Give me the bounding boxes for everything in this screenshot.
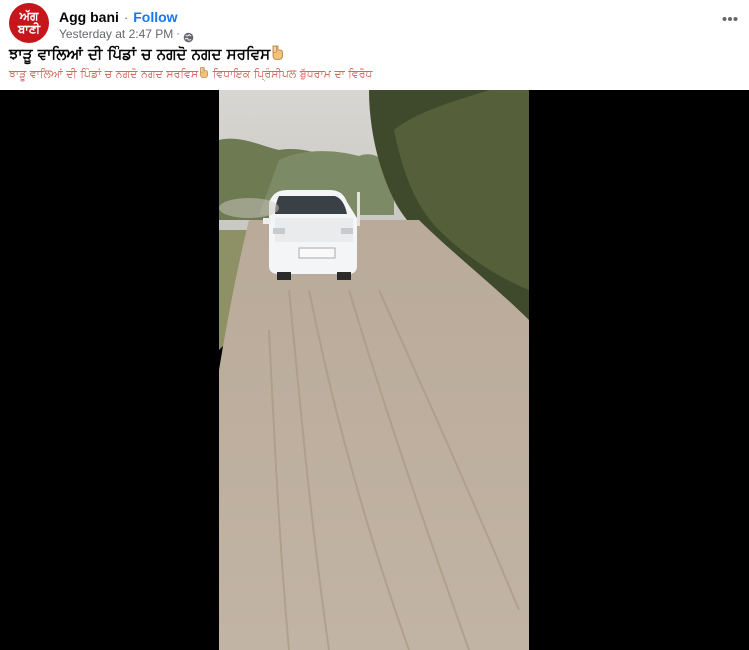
avatar[interactable]: ਅੱਗ ਬਾਣੀ <box>9 3 49 43</box>
pointing-hand-icon <box>270 44 284 66</box>
video-frame[interactable] <box>219 90 529 650</box>
post-title-text: ਝਾੜੂ ਵਾਲਿਆਂ ਦੀ ਪਿੰਡਾਂ ਚ ਨਗਦੋ ਨਗਦ ਸਰਵਿਸ <box>9 45 271 63</box>
post-header: ਅੱਗ ਬਾਣੀ Agg bani · Follow Yesterday at … <box>0 0 749 43</box>
post-description-rest: ਵਿਧਾਇਕ ਪ੍ਰਿੰਸੀਪਲ ਬੁੱਧਰਾਮ ਦਾ ਵਿਰੋਧ <box>209 67 373 81</box>
more-options-icon <box>722 7 738 26</box>
author-row: Agg bani · Follow <box>59 8 178 26</box>
meta-separator-dot: · <box>176 27 180 40</box>
post-title: ਝਾੜੂ ਵਾਲਿਆਂ ਦੀ ਪਿੰਡਾਂ ਚ ਨਗਦੋ ਨਗਦ ਸਰਵਿਸ <box>9 43 284 65</box>
separator-dot: · <box>123 9 129 25</box>
follow-button[interactable]: Follow <box>133 9 177 25</box>
video-player[interactable] <box>0 90 749 650</box>
post-description: ਝਾੜੂ ਵਾਲਿਆਂ ਦੀ ਪਿੰਡਾਂ ਚ ਨਗਦੋ ਨਗਦ ਸਰਵਿਸ ਵ… <box>9 66 372 82</box>
globe-icon[interactable] <box>183 28 194 43</box>
post-description-text: ਝਾੜੂ ਵਾਲਿਆਂ ਦੀ ਪਿੰਡਾਂ ਚ ਨਗਦੋ ਨਗਦ ਸਰਵਿਸ <box>9 67 199 81</box>
post-meta: Yesterday at 2:47 PM · <box>59 26 194 43</box>
post-timestamp[interactable]: Yesterday at 2:47 PM <box>59 27 173 41</box>
avatar-text-line-2: ਬਾਣੀ <box>17 22 41 36</box>
pointing-hand-icon <box>198 66 209 83</box>
author-name[interactable]: Agg bani <box>59 9 119 25</box>
more-options-button[interactable] <box>718 5 742 27</box>
video-thumbnail <box>219 90 529 650</box>
